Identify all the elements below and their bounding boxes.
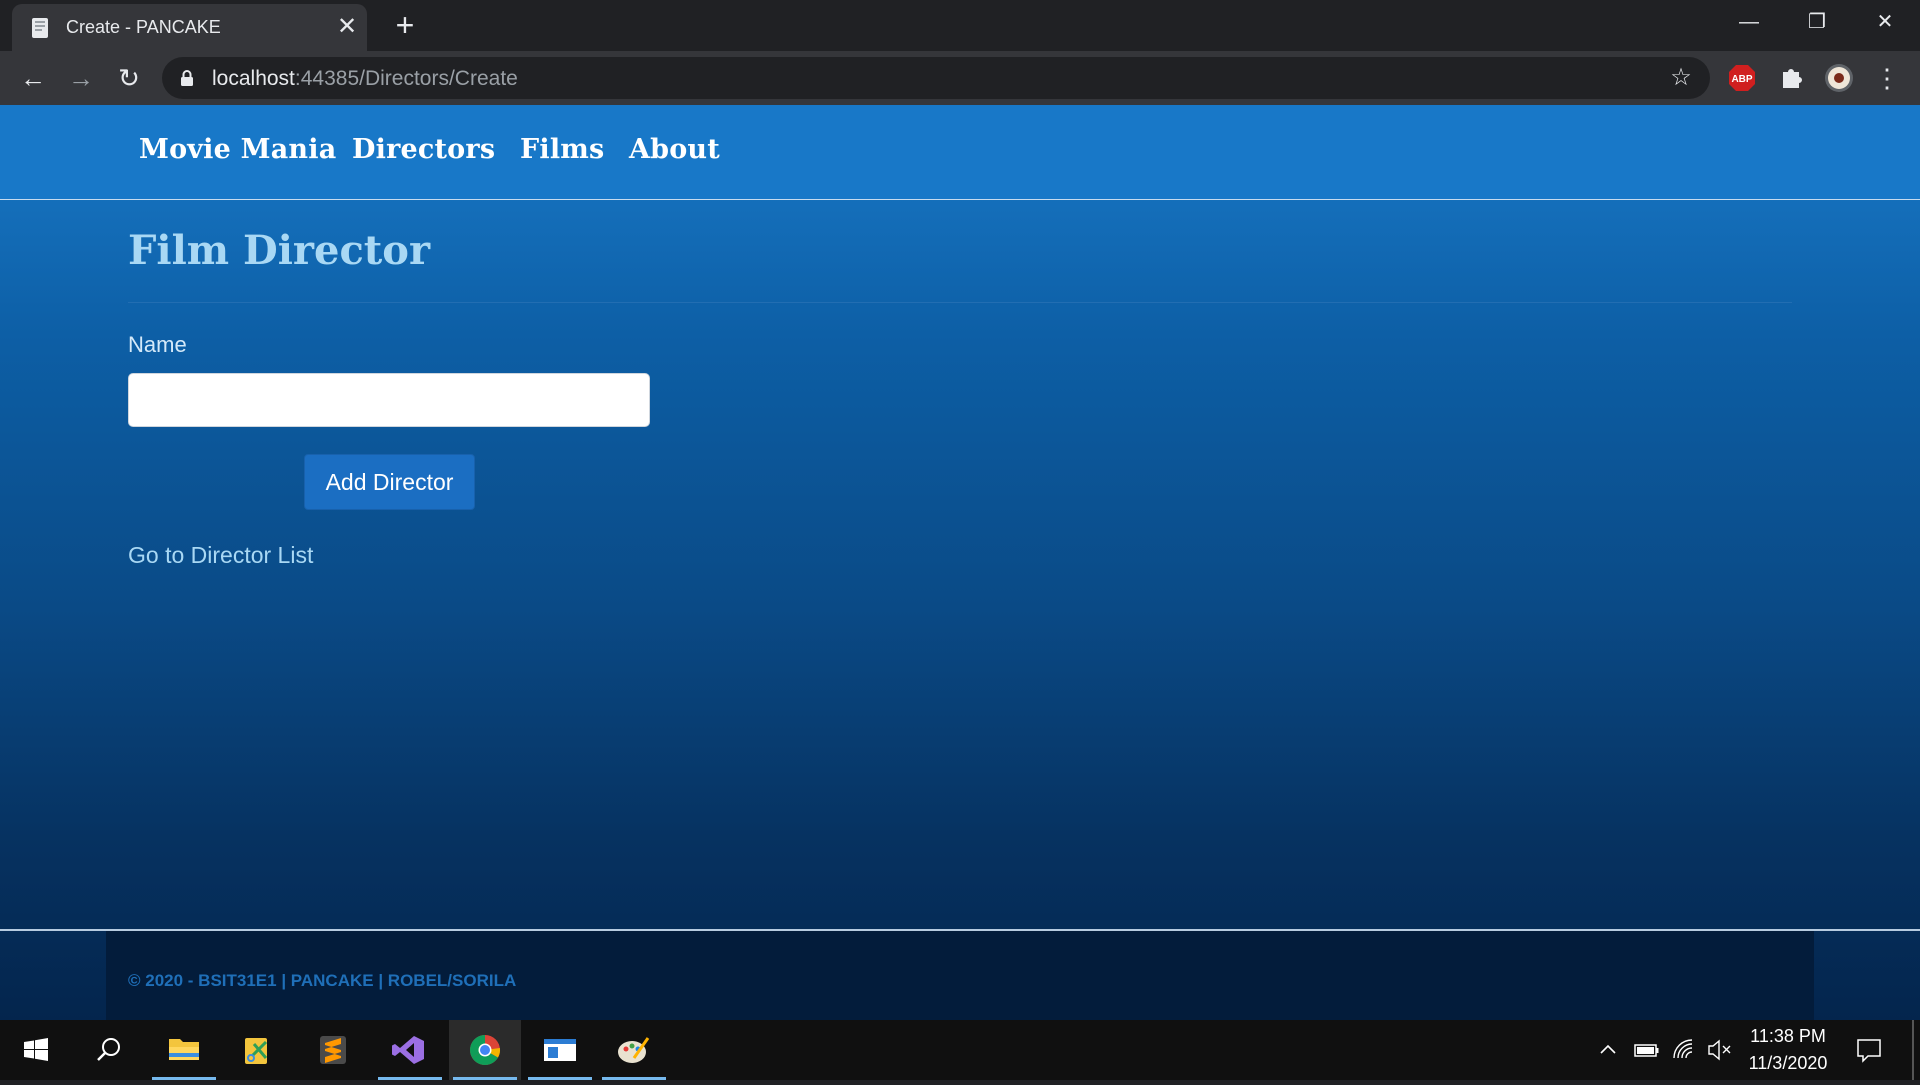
tab-close-icon[interactable]: ✕ (334, 14, 360, 40)
wifi-icon[interactable] (1670, 1020, 1698, 1080)
site-navbar: Movie Mania Directors Films About (0, 105, 1920, 200)
url-path: :44385/Directors/Create (294, 67, 518, 90)
clock-time[interactable]: 11:38 PM (1750, 1026, 1826, 1047)
url-text: localhost:44385/Directors/Create (212, 67, 518, 91)
puzzle-extensions-icon[interactable] (1776, 63, 1806, 93)
adblock-plus-icon[interactable]: ABP (1727, 63, 1757, 93)
bookmark-star-icon[interactable]: ☆ (1668, 65, 1694, 91)
footer-copyright: © 2020 - BSIT31E1 | PANCAKE | ROBEL/SORI… (128, 971, 517, 990)
adblock-label: ABP (1731, 74, 1752, 85)
windows-start-icon[interactable] (0, 1020, 72, 1080)
volume-muted-icon[interactable] (1705, 1020, 1733, 1080)
windows-taskbar: 11:38 PM 11/3/2020 (0, 1020, 1920, 1080)
snipping-tool-icon[interactable] (222, 1020, 294, 1080)
notifications-icon[interactable] (1852, 1020, 1886, 1080)
nav-link-directors[interactable]: Directors (352, 134, 495, 165)
paint-icon[interactable] (598, 1020, 670, 1080)
sublime-text-icon[interactable] (298, 1020, 370, 1080)
file-explorer-icon[interactable] (148, 1020, 220, 1080)
name-label: Name (128, 332, 187, 357)
clock-date[interactable]: 11/3/2020 (1742, 1053, 1834, 1074)
battery-icon[interactable] (1632, 1020, 1662, 1080)
url-host: localhost (212, 67, 295, 90)
profile-avatar-icon[interactable] (1824, 63, 1854, 93)
app-window-icon[interactable] (524, 1020, 596, 1080)
browser-tab[interactable]: Create - PANCAKE ✕ (12, 4, 367, 51)
browser-tab-bar: Create - PANCAKE ✕ + — ❐ ✕ (0, 0, 1920, 51)
show-hidden-icons-chevron-icon[interactable] (1596, 1020, 1620, 1080)
window-close-button[interactable]: ✕ (1851, 0, 1919, 44)
page-favicon-icon (32, 18, 48, 38)
address-bar[interactable]: localhost:44385/Directors/Create ☆ (162, 57, 1710, 99)
forward-arrow-icon[interactable]: → (64, 61, 98, 95)
chrome-icon[interactable] (449, 1020, 521, 1080)
restore-button[interactable]: ❐ (1783, 0, 1851, 44)
browser-toolbar: ← → ↻ localhost:44385/Directors/Create ☆… (0, 51, 1920, 105)
nav-link-films[interactable]: Films (520, 134, 604, 165)
reload-icon[interactable]: ↻ (112, 61, 146, 95)
new-tab-button[interactable]: + (390, 9, 420, 41)
site-footer: © 2020 - BSIT31E1 | PANCAKE | ROBEL/SORI… (106, 931, 1814, 1020)
director-list-link[interactable]: Go to Director List (128, 542, 313, 569)
name-input[interactable] (128, 373, 650, 427)
add-director-button[interactable]: Add Director (304, 454, 475, 510)
search-icon[interactable] (72, 1020, 144, 1080)
lock-icon (181, 70, 193, 86)
minimize-button[interactable]: — (1715, 0, 1783, 44)
page-title: Film Director (128, 227, 431, 274)
back-arrow-icon[interactable]: ← (16, 61, 50, 95)
web-page: Movie Mania Directors Films About Film D… (0, 105, 1920, 1020)
browser-menu-icon[interactable]: ⋮ (1870, 61, 1904, 95)
nav-link-movie-mania[interactable]: Movie Mania (139, 134, 336, 165)
tab-title: Create - PANCAKE (66, 17, 221, 37)
visual-studio-icon[interactable] (374, 1020, 446, 1080)
show-desktop-button[interactable] (1912, 1020, 1914, 1080)
title-divider (128, 302, 1792, 303)
nav-link-about[interactable]: About (629, 134, 720, 165)
